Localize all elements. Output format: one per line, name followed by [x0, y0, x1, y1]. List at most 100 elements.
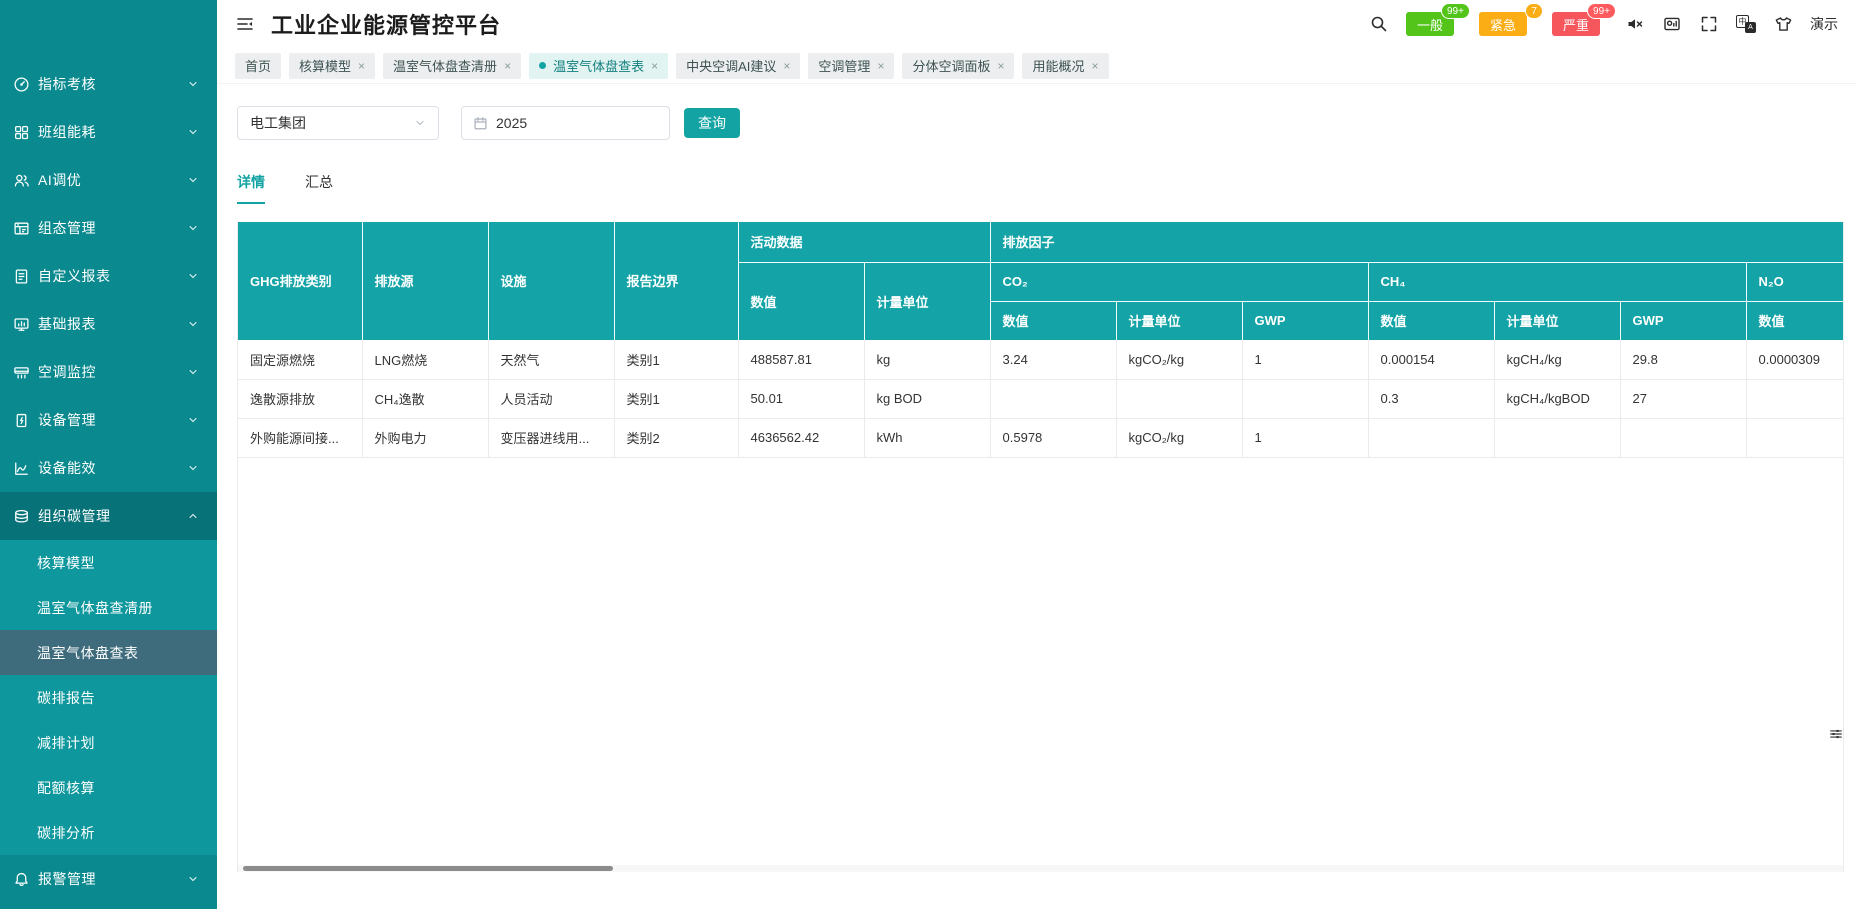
tab-summary[interactable]: 汇总 — [305, 172, 333, 204]
tab-label: 中央空调AI建议 — [686, 56, 776, 75]
language-translate-icon[interactable]: 中A — [1736, 15, 1756, 33]
sidebar-item-kpi-assessment[interactable]: 指标考核 — [0, 60, 217, 108]
sidebar-item-alarm-management[interactable]: 报警管理 — [0, 855, 217, 903]
submenu-item-ghg-inventory-register[interactable]: 温室气体盘查清册 — [0, 585, 217, 630]
alert-urgent-badge[interactable]: 紧急 7 — [1479, 12, 1527, 36]
cell: kgCO₂/kg — [1116, 340, 1242, 379]
col-header-ch4-unit: 计量单位 — [1494, 301, 1620, 340]
close-icon[interactable]: × — [504, 59, 511, 73]
cell: 3.24 — [990, 340, 1116, 379]
sidebar-item-basic-report[interactable]: 基础报表 — [0, 300, 217, 348]
cell — [1746, 418, 1844, 457]
close-icon[interactable]: × — [877, 59, 884, 73]
nav-tab-hvac-ai-advice[interactable]: 中央空调AI建议 × — [676, 53, 800, 79]
alert-general-badge[interactable]: 一般 99+ — [1406, 12, 1454, 36]
alert-severe-badge[interactable]: 严重 99+ — [1552, 12, 1600, 36]
close-icon[interactable]: × — [783, 59, 790, 73]
org-select[interactable]: 电工集团 — [237, 106, 439, 140]
search-icon[interactable] — [1369, 14, 1389, 34]
table-row: 固定源燃烧 LNG燃烧 天然气 类别1 488587.81 kg 3.24 kg… — [238, 340, 1844, 379]
submenu-item-ghg-inventory-table[interactable]: 温室气体盘查表 — [0, 630, 217, 675]
carbon-management-submenu: 核算模型 温室气体盘查清册 温室气体盘查表 碳排报告 减排计划 配额核算 碳排分… — [0, 540, 217, 855]
chevron-down-icon — [187, 78, 199, 90]
alert-severe-count: 99+ — [1587, 3, 1616, 19]
nav-tab-split-ac-panel[interactable]: 分体空调面板× — [902, 53, 1014, 79]
col-header-emission-source: 排放源 — [362, 222, 488, 340]
sidebar-item-label: AI调优 — [38, 170, 187, 190]
users-icon — [13, 172, 30, 189]
sidebar-item-label: 空调监控 — [38, 362, 187, 382]
close-icon[interactable]: × — [651, 59, 658, 73]
group-header-n2o: N₂O — [1746, 262, 1844, 301]
col-header-activity-unit: 计量单位 — [864, 262, 990, 340]
nav-tabbar: 首页 核算模型 × 温室气体盘查清册 × 温室气体盘查表× 中央空调AI建议 × 空调… — [217, 48, 1856, 84]
cell: 固定源燃烧 — [238, 340, 362, 379]
column-settings-icon[interactable] — [1826, 724, 1844, 744]
collapse-sidebar-icon[interactable] — [235, 13, 257, 35]
cell: 1 — [1242, 418, 1368, 457]
demo-user-label[interactable]: 演示 — [1810, 14, 1838, 34]
horizontal-scrollbar-thumb[interactable] — [243, 866, 613, 871]
theme-shirt-icon[interactable] — [1773, 14, 1793, 34]
sidebar-item-label: 班组能耗 — [38, 122, 187, 142]
cell — [1242, 379, 1368, 418]
cell: 0.000154 — [1368, 340, 1494, 379]
tab-label: 核算模型 — [299, 56, 351, 75]
submenu-item-carbon-report[interactable]: 碳排报告 — [0, 675, 217, 720]
col-header-ghg-category: GHG排放类别 — [238, 222, 362, 340]
year-input[interactable]: 2025 — [461, 106, 670, 140]
gauge-icon — [13, 76, 30, 93]
close-icon[interactable]: × — [358, 59, 365, 73]
sidebar-item-scada-config[interactable]: 组态管理 — [0, 204, 217, 252]
cell: 外购能源间接... — [238, 418, 362, 457]
col-header-activity-value: 数值 — [738, 262, 864, 340]
table-row: 外购能源间接... 外购电力 变压器进线用... 类别2 4636562.42 … — [238, 418, 1844, 457]
submenu-item-carbon-analysis[interactable]: 碳排分析 — [0, 810, 217, 855]
year-input-value: 2025 — [496, 115, 527, 131]
nav-tab-hvac-management[interactable]: 空调管理× — [808, 53, 894, 79]
nav-tab-accounting-model[interactable]: 核算模型 × — [289, 53, 375, 79]
submenu-item-label: 核算模型 — [37, 553, 95, 573]
document-icon — [13, 268, 30, 285]
sidebar-item-ai-tuning[interactable]: AI调优 — [0, 156, 217, 204]
close-icon[interactable]: × — [997, 59, 1004, 73]
table-row: 逸散源排放 CH₄逸散 人员活动 类别1 50.01 kg BOD 0.3 kg… — [238, 379, 1844, 418]
cell: kgCH₄/kg — [1494, 340, 1620, 379]
query-button[interactable]: 查询 — [684, 108, 740, 138]
group-header-activity-data: 活动数据 — [738, 222, 990, 262]
cell: 4636562.42 — [738, 418, 864, 457]
horizontal-scrollbar-track[interactable] — [238, 865, 1843, 872]
close-icon[interactable]: × — [1092, 59, 1099, 73]
sidebar-item-carbon-management[interactable]: 组织碳管理 — [0, 492, 217, 540]
sidebar-item-custom-report[interactable]: 自定义报表 — [0, 252, 217, 300]
sidebar-item-hvac-monitor[interactable]: 空调监控 — [0, 348, 217, 396]
nav-tab-ghg-inventory-table[interactable]: 温室气体盘查表× — [529, 53, 668, 79]
mute-icon[interactable] — [1625, 14, 1645, 34]
sidebar-item-device-management[interactable]: 设备管理 — [0, 396, 217, 444]
chevron-down-icon — [187, 126, 199, 138]
cell: 天然气 — [488, 340, 614, 379]
submenu-item-reduction-plan[interactable]: 减排计划 — [0, 720, 217, 765]
tab-detail[interactable]: 详情 — [237, 172, 265, 204]
dashboard-screen-icon[interactable] — [1662, 14, 1682, 34]
efficiency-chart-icon — [13, 460, 30, 477]
sidebar-item-device-efficiency[interactable]: 设备能效 — [0, 444, 217, 492]
view-tabs: 详情 汇总 — [237, 172, 1844, 204]
tab-label: 温室气体盘查清册 — [393, 56, 497, 75]
cell: 类别2 — [614, 418, 738, 457]
nav-tab-energy-overview[interactable]: 用能概况 × — [1022, 53, 1108, 79]
col-header-ch4-value: 数值 — [1368, 301, 1494, 340]
tab-label: 用能概况 — [1032, 56, 1084, 75]
app-root: 指标考核 班组能耗 AI调优 组态管理 自定义报表 基础报表 — [0, 0, 1856, 909]
nav-tab-ghg-inventory-register[interactable]: 温室气体盘查清册 × — [383, 53, 521, 79]
sidebar-item-team-energy[interactable]: 班组能耗 — [0, 108, 217, 156]
cell: kWh — [864, 418, 990, 457]
nav-tab-home[interactable]: 首页 — [235, 53, 281, 79]
submenu-item-accounting-model[interactable]: 核算模型 — [0, 540, 217, 585]
air-conditioner-icon — [13, 364, 30, 381]
chevron-down-icon — [187, 174, 199, 186]
submenu-item-quota-accounting[interactable]: 配额核算 — [0, 765, 217, 810]
chevron-up-icon — [187, 510, 199, 522]
ghg-inventory-table: GHG排放类别 排放源 设施 报告边界 活动数据 排放因子 数值 计量单位 CO… — [238, 222, 1844, 458]
fullscreen-icon[interactable] — [1699, 14, 1719, 34]
